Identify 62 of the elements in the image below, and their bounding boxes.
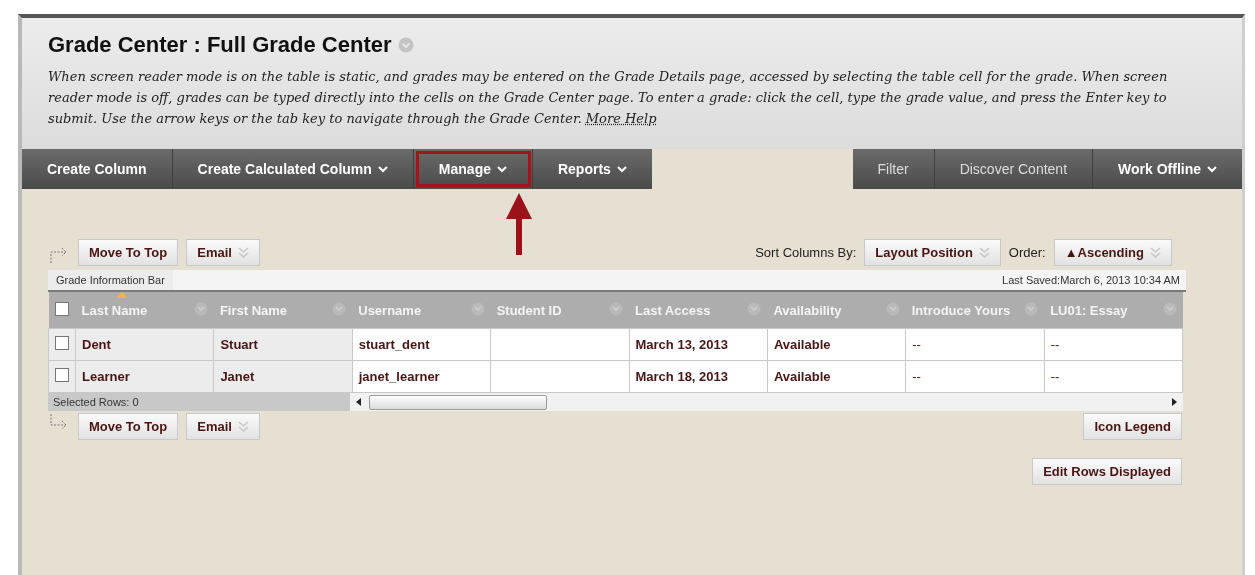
table-cell: Dent [75,328,214,361]
table-cell: March 13, 2013 [629,328,768,361]
nav-menu-item[interactable]: Manage [413,149,533,189]
chevron-down-icon [377,165,388,173]
icon-legend-button[interactable]: Icon Legend [1083,413,1182,440]
column-menu-icon[interactable] [747,302,762,316]
chevron-down-icon [1207,165,1217,173]
grade-information-bar-tab[interactable]: Grade Information Bar [48,270,173,290]
double-chevron-icon [237,246,249,259]
column-menu-icon[interactable] [332,302,347,316]
column-menu-icon[interactable] [609,302,623,316]
table-cell: -- [905,360,1045,393]
double-chevron-icon [1150,246,1161,259]
more-help-link[interactable]: More Help [585,111,657,126]
column-menu-icon[interactable] [193,302,208,316]
table-cell: -- [1044,360,1183,393]
nav-menu-item[interactable]: Reports [532,149,652,189]
edit-rows-displayed-button[interactable]: Edit Rows Displayed [1032,458,1182,485]
table-cell: March 18, 2013 [629,360,768,393]
table-cell: -- [1044,328,1183,361]
nav-menu-item[interactable]: Discover Content [934,149,1094,189]
row-checkbox[interactable] [55,336,69,350]
action-button[interactable]: Move To Top [78,239,179,266]
nav-menu-item[interactable]: Create Calculated Column [172,149,414,189]
annotation-arrow-icon [506,193,532,255]
scroll-right-icon[interactable] [1172,398,1177,406]
horizontal-scrollbar[interactable] [350,393,1183,411]
page-title: Grade Center : Full Grade Center [48,32,392,58]
row-checkbox[interactable] [55,368,69,382]
selected-rows-count: Selected Rows: 0 [48,393,350,411]
table-cell: Janet [213,360,353,393]
nav-menu-item[interactable]: Work Offline [1093,149,1242,189]
table-cell: Available [767,360,906,393]
scrollbar-thumb[interactable] [369,394,547,410]
nav-menu-item[interactable]: Filter [852,149,935,189]
column-menu-icon[interactable] [885,302,900,316]
sort-label: Sort Columns By: [755,245,857,260]
scroll-left-icon[interactable] [356,398,361,406]
sort-select[interactable]: Layout Position [864,239,1001,266]
action-button[interactable]: Move To Top [78,413,179,440]
order-label: Order: [1008,245,1046,260]
double-chevron-icon [237,420,249,433]
table-cell: Stuart [213,328,353,361]
order-select[interactable]: ▲Ascending [1053,239,1172,266]
chevron-down-icon [496,165,507,173]
action-button[interactable]: Email [186,239,260,266]
double-chevron-icon [978,246,990,259]
nav-menu-item[interactable]: Create Column [22,149,173,189]
column-menu-icon[interactable] [470,302,485,316]
chevron-down-icon [616,165,627,173]
options-chevron-icon[interactable] [397,37,414,53]
select-all-checkbox[interactable] [54,301,69,316]
table-cell: stuart_dent [352,328,491,361]
table-cell: janet_learner [352,360,491,393]
action-button[interactable]: Email [186,413,260,440]
column-menu-icon[interactable] [1162,302,1177,316]
table-cell: -- [905,328,1045,361]
last-saved-text: Last Saved:March 6, 2013 10:34 AM [1001,274,1181,286]
table-cell: Available [767,328,906,361]
table-cell: Learner [75,360,214,393]
column-menu-icon[interactable] [1024,302,1039,316]
instructions-text: When screen reader mode is on the table is static, and grades may be entered on the Grade Details page, accessed by selecting the table cell for the grade. When screen reader mode is off, grades can be typed directly into the cells on the Grade Center page. To enter a grade: click the cell, type the grade value, and press the Enter key to submit. Use the arrow keys or the tab key to navigate through the Grade Center. More Help [48,68,1169,128]
